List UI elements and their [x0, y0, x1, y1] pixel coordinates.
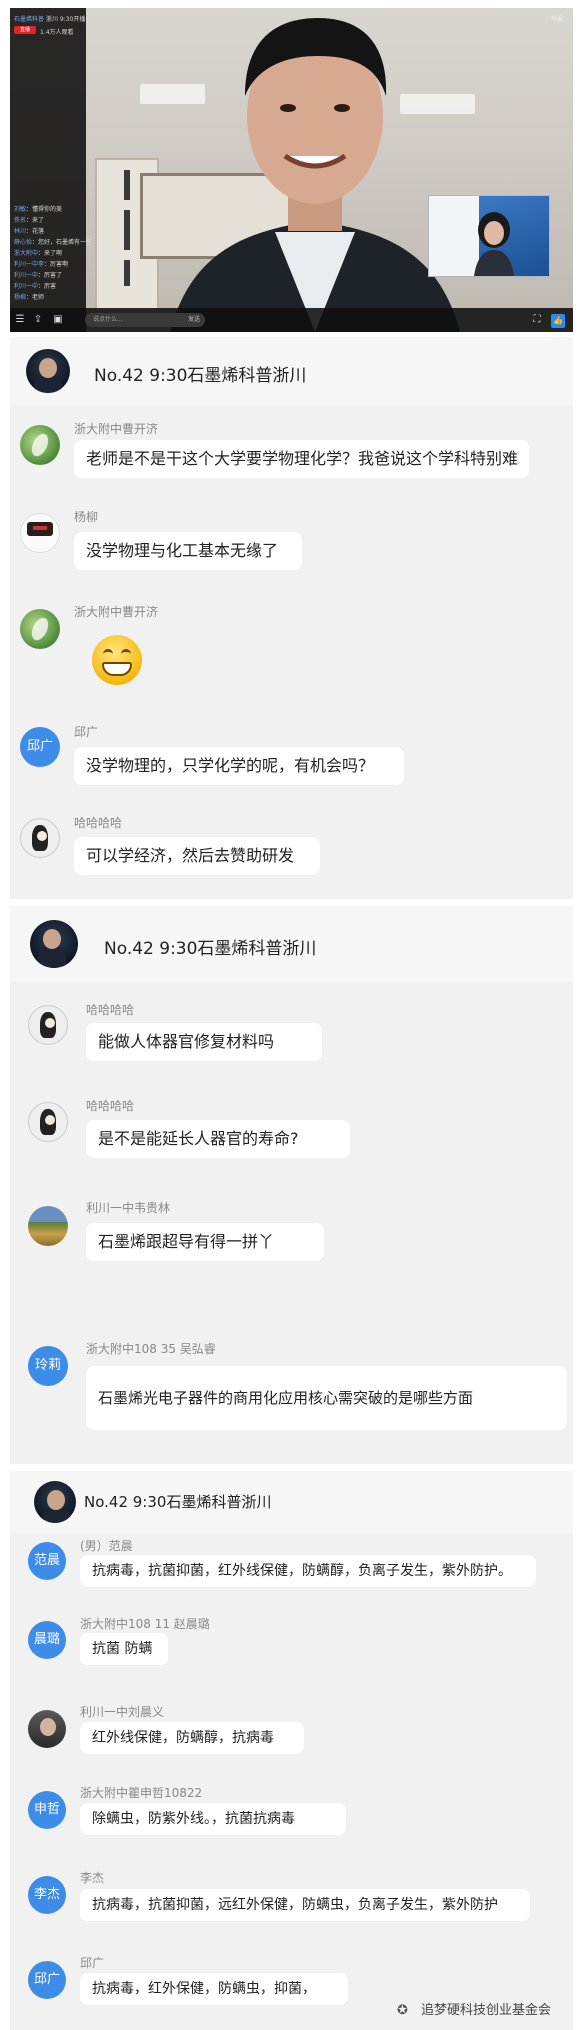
chat-title: No.42 9:30石墨烯科普浙川: [84, 1493, 272, 1511]
message-bubble: 是不是能延长人器官的寿命?: [86, 1120, 350, 1158]
overlay-line: 利川一中：厉害了: [14, 272, 63, 279]
sender-name: (男）范晨: [80, 1539, 133, 1553]
overlay-line: 石墨烯科普 浙川 9:30开播: [14, 16, 86, 23]
avatar: 玲莉: [28, 1346, 68, 1386]
chat-screenshot-1: No.42 9:30石墨烯科普浙川 浙大附中曹开济 老师是不是干这个大学要学物理…: [10, 337, 573, 899]
message-bubble: 红外线保健，防螨醇，抗病毒: [80, 1722, 304, 1754]
chat-header: No.42 9:30石墨烯科普浙川: [10, 906, 573, 982]
sender-name: 浙大附中曹开济: [74, 605, 159, 619]
sender-name: 浙大附中曹开济: [74, 422, 159, 436]
sender-name: 哈哈哈哈: [74, 816, 123, 830]
send-button[interactable]: 发送: [188, 313, 200, 327]
sender-name: 浙大附中瞿申哲10822: [80, 1786, 203, 1800]
live-chat-overlay: 直播 石墨烯科普 浙川 9:30开播 1.4万人观看 刘敏：懂得你的美 佚名：来…: [10, 8, 92, 332]
report-button[interactable]: 举报: [551, 14, 563, 23]
avatar: 邱广: [20, 727, 60, 767]
menu-icon[interactable]: ☰: [14, 314, 26, 326]
message-bubble: 没学物理的，只学化学的呢，有机会吗？: [74, 747, 404, 785]
live-video-player[interactable]: 直播 石墨烯科普 浙川 9:30开播 1.4万人观看 刘敏：懂得你的美 佚名：来…: [10, 8, 573, 332]
avatar: [28, 1206, 68, 1246]
wechat-logo-icon: ✪: [397, 2003, 408, 2018]
group-avatar: [30, 920, 78, 968]
overlay-line: 利川一中李：厉害啊: [14, 261, 69, 268]
grin-emoji-icon: [92, 635, 142, 685]
chat-title: No.42 9:30石墨烯科普浙川: [104, 939, 317, 959]
speaker-video: [170, 18, 460, 332]
avatar: [28, 1005, 68, 1045]
message-bubble: 老师是不是干这个大学要学物理化学？我爸说这个学科特别难: [74, 440, 529, 478]
overlay-line: 刘敏：懂得你的美: [14, 206, 63, 213]
overlay-line: 佚名：来了: [14, 217, 45, 224]
sender-name: 杨柳: [74, 510, 99, 524]
overlay-line: 浙大附中：来了啊: [14, 250, 63, 257]
message-bubble: 抗菌 防螨: [80, 1633, 168, 1665]
sender-name: 邱广: [80, 1956, 105, 1970]
sender-name: 利川一中刘晨义: [80, 1705, 165, 1719]
group-avatar: [26, 349, 70, 393]
viewer-count: 1.4万人观看: [40, 29, 74, 36]
message-bubble: 能做人体器官修复材料吗: [86, 1023, 322, 1061]
chat-header: No.42 9:30石墨烯科普浙川: [10, 337, 573, 405]
avatar: 晨璐: [28, 1621, 66, 1659]
guest-video-pip[interactable]: [428, 195, 550, 277]
chat-screenshot-3: No.42 9:30石墨烯科普浙川 范晨 (男）范晨 抗病毒，抗菌抑菌，红外线保…: [10, 1471, 573, 2030]
avatar: [28, 1710, 66, 1748]
avatar: [28, 1102, 68, 1142]
avatar: [20, 818, 60, 858]
message-bubble: 抗病毒，抗菌抑菌，红外线保健，防螨醇，负离子发生，紫外防护。: [80, 1555, 536, 1587]
avatar: 范晨: [28, 1542, 66, 1580]
overlay-line: 杨柳：老师: [14, 294, 45, 301]
avatar: 李杰: [28, 1876, 66, 1914]
message-bubble: 可以学经济，然后去赞助研发: [74, 837, 320, 875]
sender-name: 李杰: [80, 1871, 105, 1885]
message-bubble: 没学物理与化工基本无缘了: [74, 532, 302, 570]
sender-name: 浙大附中108 35 吴弘睿: [86, 1342, 216, 1356]
account-watermark: 追梦硬科技创业基金会: [420, 2003, 551, 2018]
fullscreen-icon[interactable]: ⛶: [531, 314, 543, 326]
sender-name: 利川一中韦贵林: [86, 1201, 171, 1215]
overlay-line: 薛心怡：您好，石墨烯有一些: [14, 239, 93, 246]
chat-screenshot-2: No.42 9:30石墨烯科普浙川 哈哈哈哈 能做人体器官修复材料吗 哈哈哈哈 …: [10, 906, 573, 1464]
message-bubble: 石墨烯跟超导有得一拼丫: [86, 1223, 324, 1261]
overlay-line: 利川一中：厉害: [14, 283, 57, 290]
gift-icon[interactable]: ▣: [52, 314, 64, 326]
share-icon[interactable]: ⇪: [32, 314, 44, 326]
avatar: 邱广: [28, 1961, 66, 1999]
message-bubble: 抗病毒，抗菌抑菌，远红外保健，防螨虫，负离子发生，紫外防护: [80, 1889, 530, 1921]
sender-name: 浙大附中108 11 赵晨璐: [80, 1617, 210, 1631]
avatar: [20, 425, 60, 465]
overlay-line: 林川：花落: [14, 228, 45, 235]
sender-name: 哈哈哈哈: [86, 1099, 135, 1113]
avatar: [20, 609, 60, 649]
like-icon[interactable]: 👍: [551, 314, 565, 328]
sender-name: 邱广: [74, 725, 99, 739]
sender-name: 哈哈哈哈: [86, 1003, 135, 1017]
group-avatar: [34, 1481, 76, 1523]
live-badge: 直播: [14, 26, 36, 34]
message-bubble: 抗病毒，红外保健，防螨虫，抑菌，: [80, 1973, 348, 2005]
avatar: [20, 513, 60, 553]
message-bubble: 石墨烯光电子器件的商用化应用核心需突破的是哪些方面: [86, 1366, 567, 1430]
comment-input[interactable]: 说点什么...: [85, 313, 205, 327]
chat-header: No.42 9:30石墨烯科普浙川: [10, 1471, 573, 1533]
chat-title: No.42 9:30石墨烯科普浙川: [94, 366, 307, 386]
message-bubble: 除螨虫，防紫外线。，抗菌抗病毒: [80, 1803, 346, 1835]
video-control-bar: ☰ ⇪ ▣ 说点什么... 发送 ⛶ 👍: [10, 308, 573, 332]
avatar: 申哲: [28, 1791, 66, 1829]
